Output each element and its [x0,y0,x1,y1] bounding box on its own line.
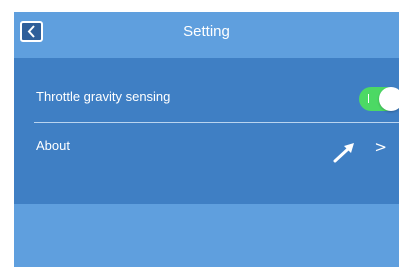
throttle-gravity-row: Throttle gravity sensing [14,75,399,123]
row-divider [34,122,399,123]
settings-screen: Setting Throttle gravity sensing About > [14,12,399,267]
about-label: About [36,138,70,153]
chevron-right-icon: > [374,138,387,156]
throttle-gravity-toggle[interactable] [359,87,399,111]
empty-area [14,204,399,267]
toggle-on-indicator [368,94,369,103]
toggle-knob[interactable] [379,87,399,111]
throttle-gravity-label: Throttle gravity sensing [36,89,171,104]
pointer-arrow-icon [333,143,354,163]
header-bar: Setting [14,12,399,58]
page-title: Setting [183,23,230,40]
